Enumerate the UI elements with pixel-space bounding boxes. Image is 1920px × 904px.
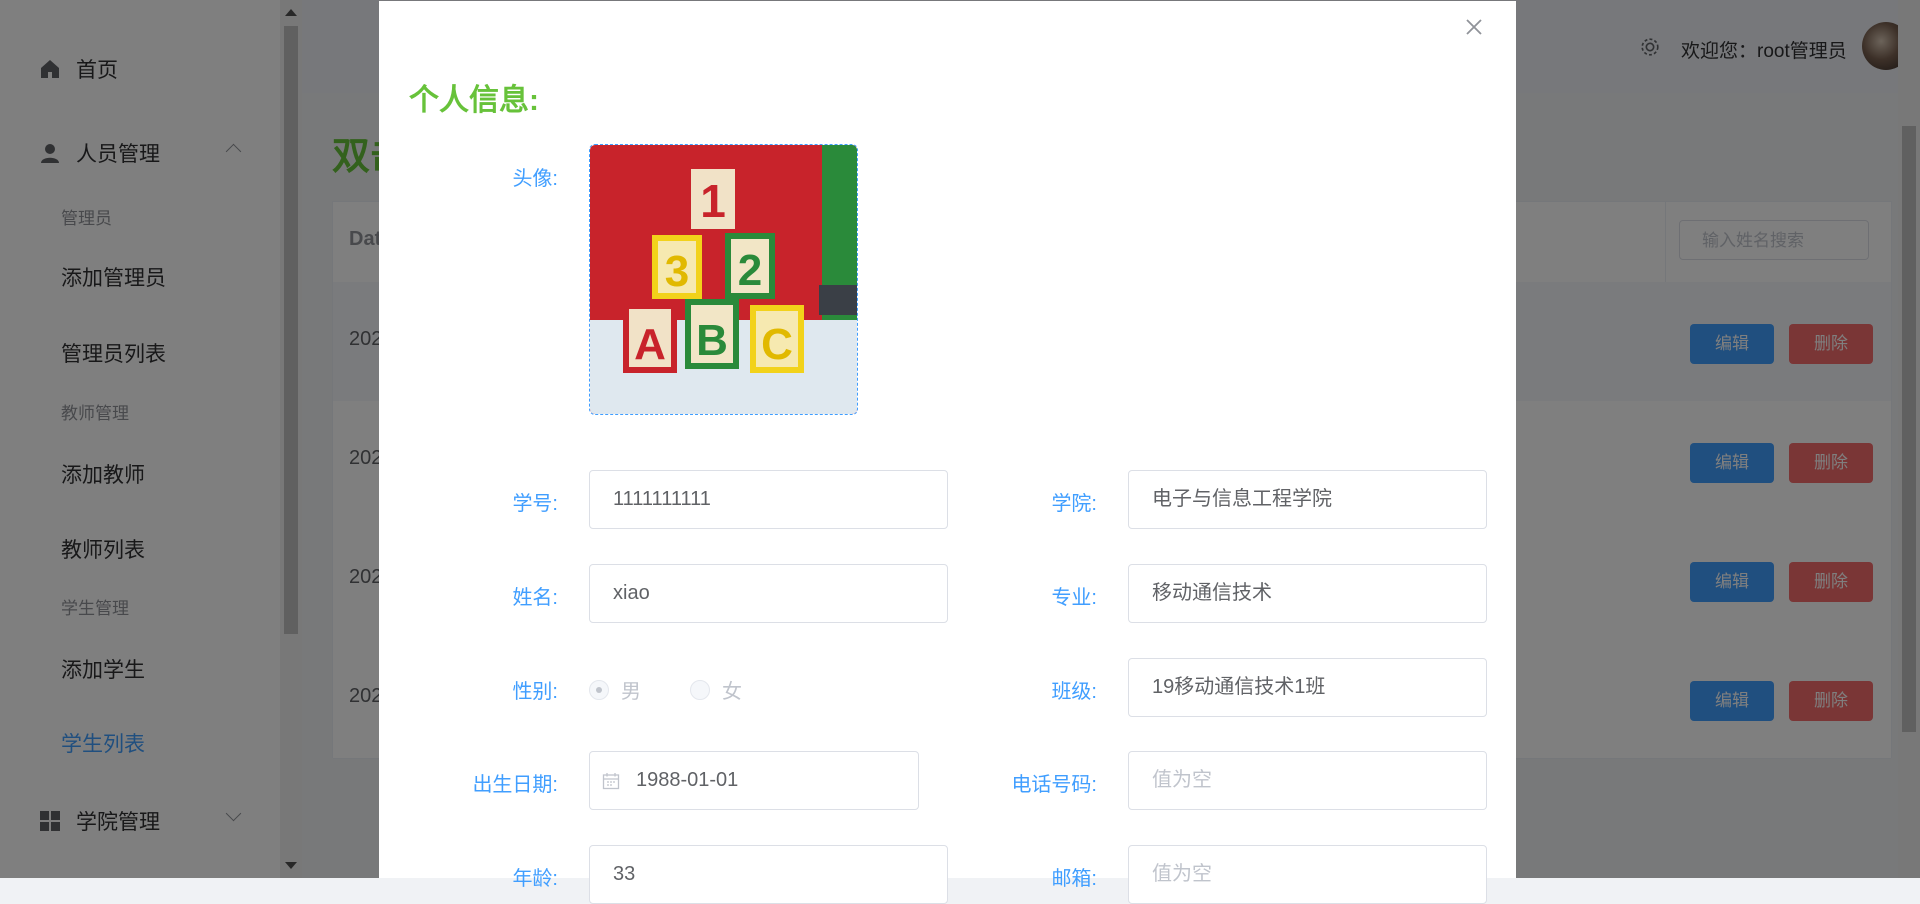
student-id-label: 学号: bbox=[512, 493, 558, 515]
name-label: 姓名: bbox=[512, 587, 558, 609]
svg-text:C: C bbox=[761, 320, 793, 369]
svg-text:1: 1 bbox=[700, 175, 726, 227]
college-input[interactable]: 电子与信息工程学院 bbox=[1128, 470, 1487, 529]
svg-text:2: 2 bbox=[738, 246, 762, 295]
class-label: 班级: bbox=[1051, 681, 1097, 703]
radio-dot bbox=[589, 679, 609, 700]
gender-female-label: 女 bbox=[722, 681, 742, 703]
phone-label: 电话号码: bbox=[1011, 774, 1097, 796]
age-input[interactable]: 33 bbox=[589, 845, 948, 904]
avatar-label: 头像: bbox=[512, 168, 558, 190]
gender-male-radio[interactable]: 男 bbox=[589, 675, 641, 704]
email-input[interactable]: 值为空 bbox=[1128, 845, 1487, 904]
calendar-icon bbox=[602, 773, 620, 790]
birthday-label: 出生日期: bbox=[472, 774, 558, 796]
student-id-input[interactable]: 1111111111 bbox=[589, 470, 948, 529]
phone-input[interactable]: 值为空 bbox=[1128, 751, 1487, 810]
dialog-title: 个人信息: bbox=[409, 84, 539, 117]
gender-label: 性别: bbox=[512, 681, 558, 703]
gender-male-label: 男 bbox=[621, 681, 641, 703]
avatar-upload[interactable]: 1 3 2 A B C bbox=[589, 144, 858, 415]
birthday-date-picker[interactable]: 1988-01-01 bbox=[589, 751, 919, 810]
college-label: 学院: bbox=[1051, 493, 1097, 515]
student-info-dialog: 个人信息: 头像: 1 3 2 A B C 学号: 1111111111 学院:… bbox=[379, 1, 1516, 904]
close-icon[interactable] bbox=[1463, 16, 1485, 38]
major-label: 专业: bbox=[1051, 587, 1097, 609]
name-input[interactable]: xiao bbox=[589, 564, 948, 623]
svg-text:B: B bbox=[696, 316, 728, 365]
gender-female-radio[interactable]: 女 bbox=[690, 675, 742, 704]
class-input[interactable]: 19移动通信技术1班 bbox=[1128, 658, 1487, 717]
svg-text:3: 3 bbox=[665, 247, 689, 296]
abc-blocks-photo: 1 3 2 A B C bbox=[590, 145, 857, 414]
svg-text:A: A bbox=[634, 320, 666, 369]
radio-dot bbox=[690, 679, 710, 700]
email-label: 邮箱: bbox=[1051, 868, 1097, 890]
age-label: 年龄: bbox=[512, 868, 558, 890]
major-input[interactable]: 移动通信技术 bbox=[1128, 564, 1487, 623]
